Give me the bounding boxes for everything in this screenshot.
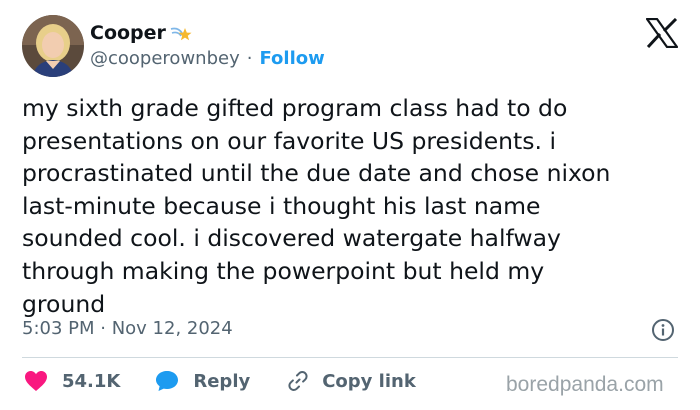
watermark: boredpanda.com [506, 373, 664, 396]
copy-link-button[interactable]: Copy link [286, 369, 416, 393]
avatar[interactable] [22, 15, 84, 77]
info-icon[interactable] [651, 318, 675, 342]
author-name-row: Cooper [90, 22, 192, 44]
timestamp[interactable]: 5:03 PM · Nov 12, 2024 [22, 318, 233, 339]
link-icon [286, 369, 310, 393]
tweet-text: my sixth grade gifted program class had … [22, 94, 611, 318]
separator: · [246, 48, 253, 69]
shooting-star-icon [170, 23, 192, 43]
divider [22, 357, 678, 358]
reply-label: Reply [193, 370, 251, 392]
copy-link-label: Copy link [322, 370, 416, 392]
display-name[interactable]: Cooper [90, 22, 166, 44]
handle[interactable]: @cooperownbey [90, 48, 240, 69]
heart-icon [24, 370, 48, 392]
action-bar: 54.1K Reply Copy link [24, 369, 416, 393]
handle-row: @cooperownbey · Follow [90, 48, 325, 69]
reply-bubble-icon [155, 370, 179, 392]
follow-button[interactable]: Follow [259, 48, 324, 69]
reply-button[interactable]: Reply [155, 370, 250, 392]
like-button[interactable]: 54.1K [24, 370, 120, 392]
x-logo-icon[interactable] [645, 17, 679, 49]
like-count: 54.1K [62, 370, 121, 392]
